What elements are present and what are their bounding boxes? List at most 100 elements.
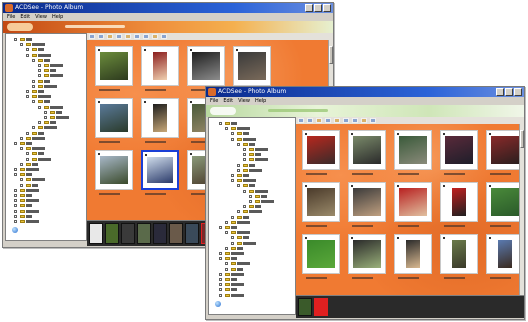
back-icon[interactable] [298, 118, 304, 123]
print-icon[interactable] [352, 118, 358, 123]
photo-thumbnail[interactable] [95, 150, 133, 190]
maximize-icon[interactable] [505, 88, 513, 96]
expand-icon[interactable] [237, 163, 240, 167]
expand-icon[interactable] [20, 147, 23, 151]
photo-thumbnail[interactable] [95, 98, 133, 138]
expand-icon[interactable] [225, 220, 228, 224]
photo-thumbnail[interactable] [486, 182, 519, 222]
expand-icon[interactable] [14, 142, 17, 145]
slideshow-icon[interactable] [125, 34, 131, 39]
photo-thumbnail[interactable] [233, 46, 271, 86]
expand-icon[interactable] [219, 226, 222, 229]
expand-icon[interactable] [225, 267, 228, 271]
photo-thumbnail[interactable] [302, 130, 340, 170]
scroll-thumb[interactable] [520, 130, 524, 148]
view-icon[interactable] [116, 34, 122, 39]
expand-icon[interactable] [249, 194, 252, 198]
title-bar[interactable]: ACDSee - Photo Album [3, 3, 333, 13]
expand-icon[interactable] [14, 209, 17, 213]
expand-icon[interactable] [38, 69, 41, 73]
email-icon[interactable] [152, 34, 158, 39]
filmstrip-frame[interactable] [298, 298, 312, 316]
expand-icon[interactable] [26, 157, 29, 161]
photo-thumbnail[interactable] [394, 234, 432, 274]
filmstrip-frame[interactable] [89, 223, 103, 244]
expand-icon[interactable] [26, 90, 29, 93]
filmstrip-frame[interactable] [105, 223, 119, 244]
expand-icon[interactable] [14, 194, 17, 197]
expand-icon[interactable] [20, 183, 23, 187]
photo-thumbnail[interactable] [440, 234, 478, 274]
photo-thumbnail[interactable] [440, 130, 478, 170]
forward-icon[interactable] [307, 118, 313, 123]
properties-icon[interactable] [370, 118, 376, 123]
photo-thumbnail[interactable] [187, 46, 225, 86]
photo-thumbnail[interactable] [394, 130, 432, 170]
expand-icon[interactable] [225, 127, 228, 131]
expand-icon[interactable] [219, 278, 222, 281]
photo-thumbnail[interactable] [486, 234, 519, 274]
expand-icon[interactable] [219, 293, 222, 297]
expand-icon[interactable] [26, 95, 29, 99]
close-icon[interactable] [514, 88, 522, 96]
menu-file[interactable]: File [7, 13, 15, 21]
expand-icon[interactable] [32, 100, 35, 104]
filmstrip-frame[interactable] [153, 223, 167, 244]
photo-thumbnail[interactable] [348, 234, 386, 274]
expand-icon[interactable] [44, 116, 47, 119]
network-globe-icon[interactable] [215, 300, 221, 307]
photo-thumbnail[interactable] [141, 150, 179, 190]
expand-icon[interactable] [219, 283, 222, 287]
expand-icon[interactable] [14, 204, 17, 208]
thumbnail-pane[interactable] [296, 124, 519, 295]
expand-icon[interactable] [231, 236, 234, 240]
expand-icon[interactable] [231, 132, 234, 136]
rotate-icon[interactable] [343, 118, 349, 123]
properties-icon[interactable] [161, 34, 167, 39]
menu-help[interactable]: Help [255, 97, 266, 105]
print-icon[interactable] [143, 34, 149, 39]
expand-icon[interactable] [20, 136, 23, 140]
email-icon[interactable] [361, 118, 367, 123]
slideshow-icon[interactable] [334, 118, 340, 123]
photo-thumbnail[interactable] [302, 234, 340, 274]
expand-icon[interactable] [219, 122, 222, 125]
expand-icon[interactable] [26, 152, 29, 156]
filmstrip[interactable] [296, 295, 524, 318]
view-icon[interactable] [325, 118, 331, 123]
expand-icon[interactable] [243, 189, 246, 193]
folder-up-icon[interactable] [316, 118, 322, 123]
expand-icon[interactable] [20, 178, 23, 182]
expand-icon[interactable] [26, 48, 29, 52]
expand-icon[interactable] [32, 126, 35, 130]
minimize-icon[interactable] [496, 88, 504, 96]
expand-icon[interactable] [14, 214, 17, 218]
photo-thumbnail[interactable] [302, 182, 340, 222]
photo-thumbnail[interactable] [440, 182, 478, 222]
expand-icon[interactable] [237, 210, 240, 214]
folder-tree[interactable] [5, 33, 87, 241]
expand-icon[interactable] [237, 142, 240, 146]
expand-icon[interactable] [243, 158, 246, 162]
folder-tree[interactable] [208, 117, 296, 315]
expand-icon[interactable] [20, 43, 23, 47]
filmstrip-frame[interactable] [314, 298, 328, 316]
photo-thumbnail[interactable] [348, 182, 386, 222]
expand-icon[interactable] [219, 257, 222, 261]
expand-icon[interactable] [231, 179, 234, 183]
photo-thumbnail[interactable] [95, 46, 133, 86]
expand-icon[interactable] [32, 84, 35, 88]
expand-icon[interactable] [225, 262, 228, 266]
minimize-icon[interactable] [305, 4, 313, 12]
expand-icon[interactable] [231, 215, 234, 219]
expand-icon[interactable] [32, 58, 35, 62]
expand-icon[interactable] [243, 148, 246, 151]
filmstrip-frame[interactable] [121, 223, 135, 244]
expand-icon[interactable] [237, 184, 240, 188]
photo-thumbnail[interactable] [486, 130, 519, 170]
filmstrip-frame[interactable] [169, 223, 183, 244]
expand-icon[interactable] [231, 241, 234, 245]
menu-edit[interactable]: Edit [20, 13, 30, 21]
expand-icon[interactable] [231, 174, 234, 177]
title-bar[interactable]: ACDSee - Photo Album [206, 87, 524, 97]
